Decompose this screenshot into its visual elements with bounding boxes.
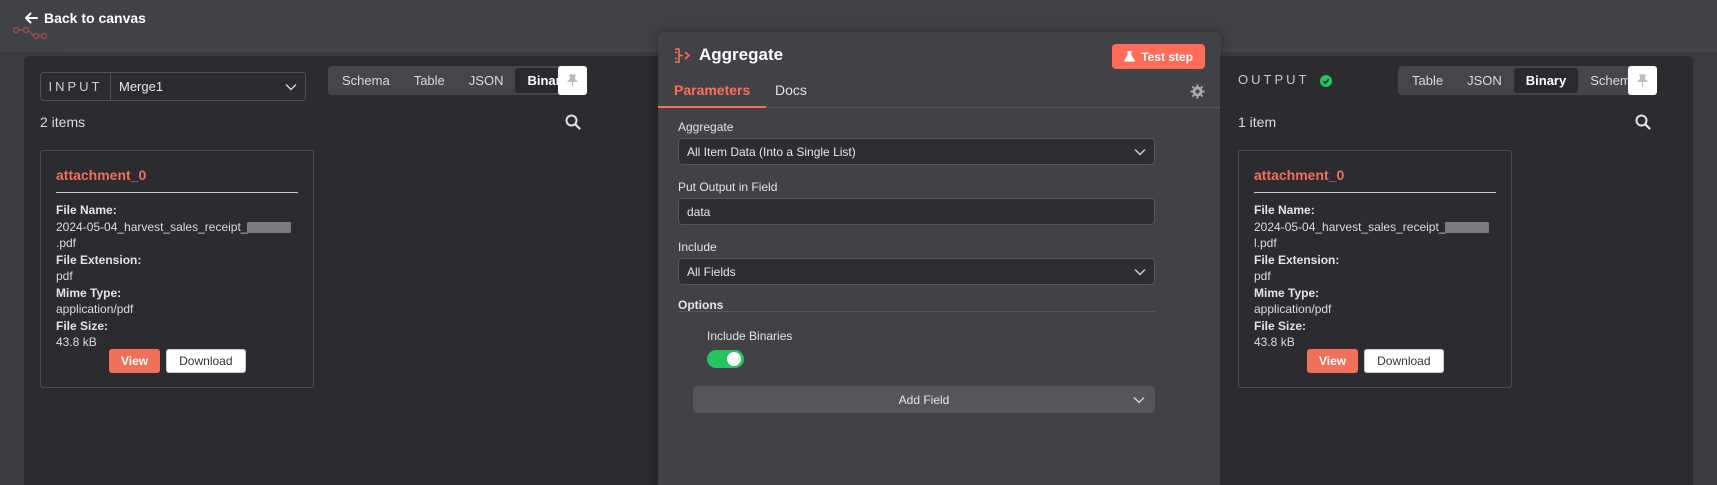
output-field-value: data	[687, 204, 711, 219]
input-tab-json[interactable]: JSON	[457, 68, 516, 93]
redacted-block	[1445, 221, 1490, 233]
aggregate-label: Aggregate	[678, 120, 734, 134]
view-button[interactable]: View	[109, 349, 161, 373]
check-circle-icon	[1319, 74, 1332, 87]
node-title: Aggregate	[699, 45, 784, 64]
file-size-label: File Size:	[56, 318, 109, 333]
options-heading: Options	[678, 298, 724, 312]
output-pin-button[interactable]	[1628, 66, 1657, 95]
output-field-label: Put Output in Field	[678, 180, 778, 194]
output-items-count: 1 item	[1238, 114, 1277, 130]
arrow-left-icon	[25, 12, 38, 24]
options-divider	[678, 311, 1155, 312]
add-field-button[interactable]: Add Field	[693, 386, 1155, 413]
output-field-input[interactable]: data	[678, 198, 1155, 225]
pin-icon	[566, 74, 579, 87]
output-tab-table[interactable]: Table	[1400, 68, 1455, 93]
search-icon[interactable]	[1635, 114, 1651, 130]
include-value: All Fields	[687, 264, 736, 279]
input-tab-schema[interactable]: Schema	[330, 68, 402, 93]
download-button[interactable]: Download	[1364, 349, 1444, 373]
input-node-select[interactable]: Merge1	[111, 73, 305, 100]
test-step-label: Test step	[1141, 49, 1193, 64]
file-extension-label: File Extension:	[1254, 252, 1340, 267]
mime-type-value: application/pdf	[56, 302, 134, 316]
input-pin-button[interactable]	[558, 66, 587, 95]
node-header: Aggregate	[674, 45, 783, 65]
input-tab-table[interactable]: Table	[402, 68, 457, 93]
output-display-tabs: Table JSON Binary Schema	[1398, 66, 1652, 95]
aggregate-value: All Item Data (Into a Single List)	[687, 144, 856, 159]
gear-icon[interactable]	[1190, 84, 1205, 99]
file-name-value: 2024-05-04_harvest_sales_receipt_l.pdf	[1254, 219, 1496, 252]
include-binaries-toggle[interactable]	[707, 350, 744, 368]
chevron-down-icon	[1134, 148, 1146, 156]
canvas-logo-icon	[12, 26, 48, 40]
output-tab-json[interactable]: JSON	[1455, 68, 1514, 93]
test-step-button[interactable]: Test step	[1112, 44, 1205, 69]
file-name-value: 2024-05-04_harvest_sales_receipt_.pdf	[56, 219, 298, 252]
file-extension-value: pdf	[1254, 269, 1271, 283]
chevron-down-icon	[1133, 396, 1145, 404]
file-name-label: File Name:	[56, 203, 117, 217]
aggregate-select[interactable]: All Item Data (Into a Single List)	[678, 138, 1155, 165]
input-binary-card: attachment_0 File Name: 2024-05-04_harve…	[40, 150, 314, 388]
download-button[interactable]: Download	[166, 349, 246, 373]
input-panel: INPUT Merge1 Schema Table JSON Binary 2 …	[24, 56, 658, 485]
input-node-selector[interactable]: INPUT Merge1	[40, 72, 306, 101]
back-label: Back to canvas	[44, 10, 146, 26]
file-extension-label: File Extension:	[56, 252, 142, 267]
input-label: INPUT	[41, 73, 111, 100]
redacted-block	[247, 221, 292, 233]
tab-docs[interactable]: Docs	[775, 82, 807, 98]
mime-type-label: Mime Type:	[1254, 285, 1320, 300]
input-items-count: 2 items	[40, 114, 86, 130]
output-tab-binary[interactable]: Binary	[1513, 68, 1579, 93]
include-label: Include	[678, 240, 717, 254]
chevron-down-icon	[285, 83, 297, 91]
chevron-down-icon	[1134, 268, 1146, 276]
card-title: attachment_0	[1254, 167, 1496, 193]
include-select[interactable]: All Fields	[678, 258, 1155, 285]
node-parameters-panel: Aggregate Test step Parameters Docs Aggr…	[657, 32, 1221, 485]
mime-type-value: application/pdf	[1254, 302, 1332, 316]
include-binaries-label: Include Binaries	[707, 329, 793, 343]
flask-icon	[1124, 51, 1136, 62]
aggregate-icon	[675, 47, 691, 63]
tab-parameters[interactable]: Parameters	[657, 82, 767, 108]
output-binary-card: attachment_0 File Name: 2024-05-04_harve…	[1238, 150, 1512, 388]
back-to-canvas-link[interactable]: Back to canvas	[24, 10, 146, 26]
mime-type-label: Mime Type:	[56, 285, 122, 300]
input-display-tabs: Schema Table JSON Binary	[328, 66, 582, 95]
add-field-label: Add Field	[898, 392, 950, 407]
search-icon[interactable]	[565, 114, 581, 130]
input-node-value: Merge1	[119, 79, 164, 94]
node-tabs: Parameters Docs	[657, 76, 1221, 108]
output-label-wrap: OUTPUT	[1238, 72, 1332, 87]
file-size-label: File Size:	[1254, 318, 1307, 333]
file-name-label: File Name:	[1254, 203, 1315, 217]
output-panel: OUTPUT Table JSON Binary Schema 1 item a…	[1220, 56, 1693, 485]
card-title: attachment_0	[56, 167, 298, 193]
file-extension-value: pdf	[56, 269, 73, 283]
view-button[interactable]: View	[1307, 349, 1359, 373]
output-label: OUTPUT	[1238, 72, 1310, 87]
toggle-knob	[727, 352, 741, 366]
pin-icon	[1636, 74, 1649, 87]
